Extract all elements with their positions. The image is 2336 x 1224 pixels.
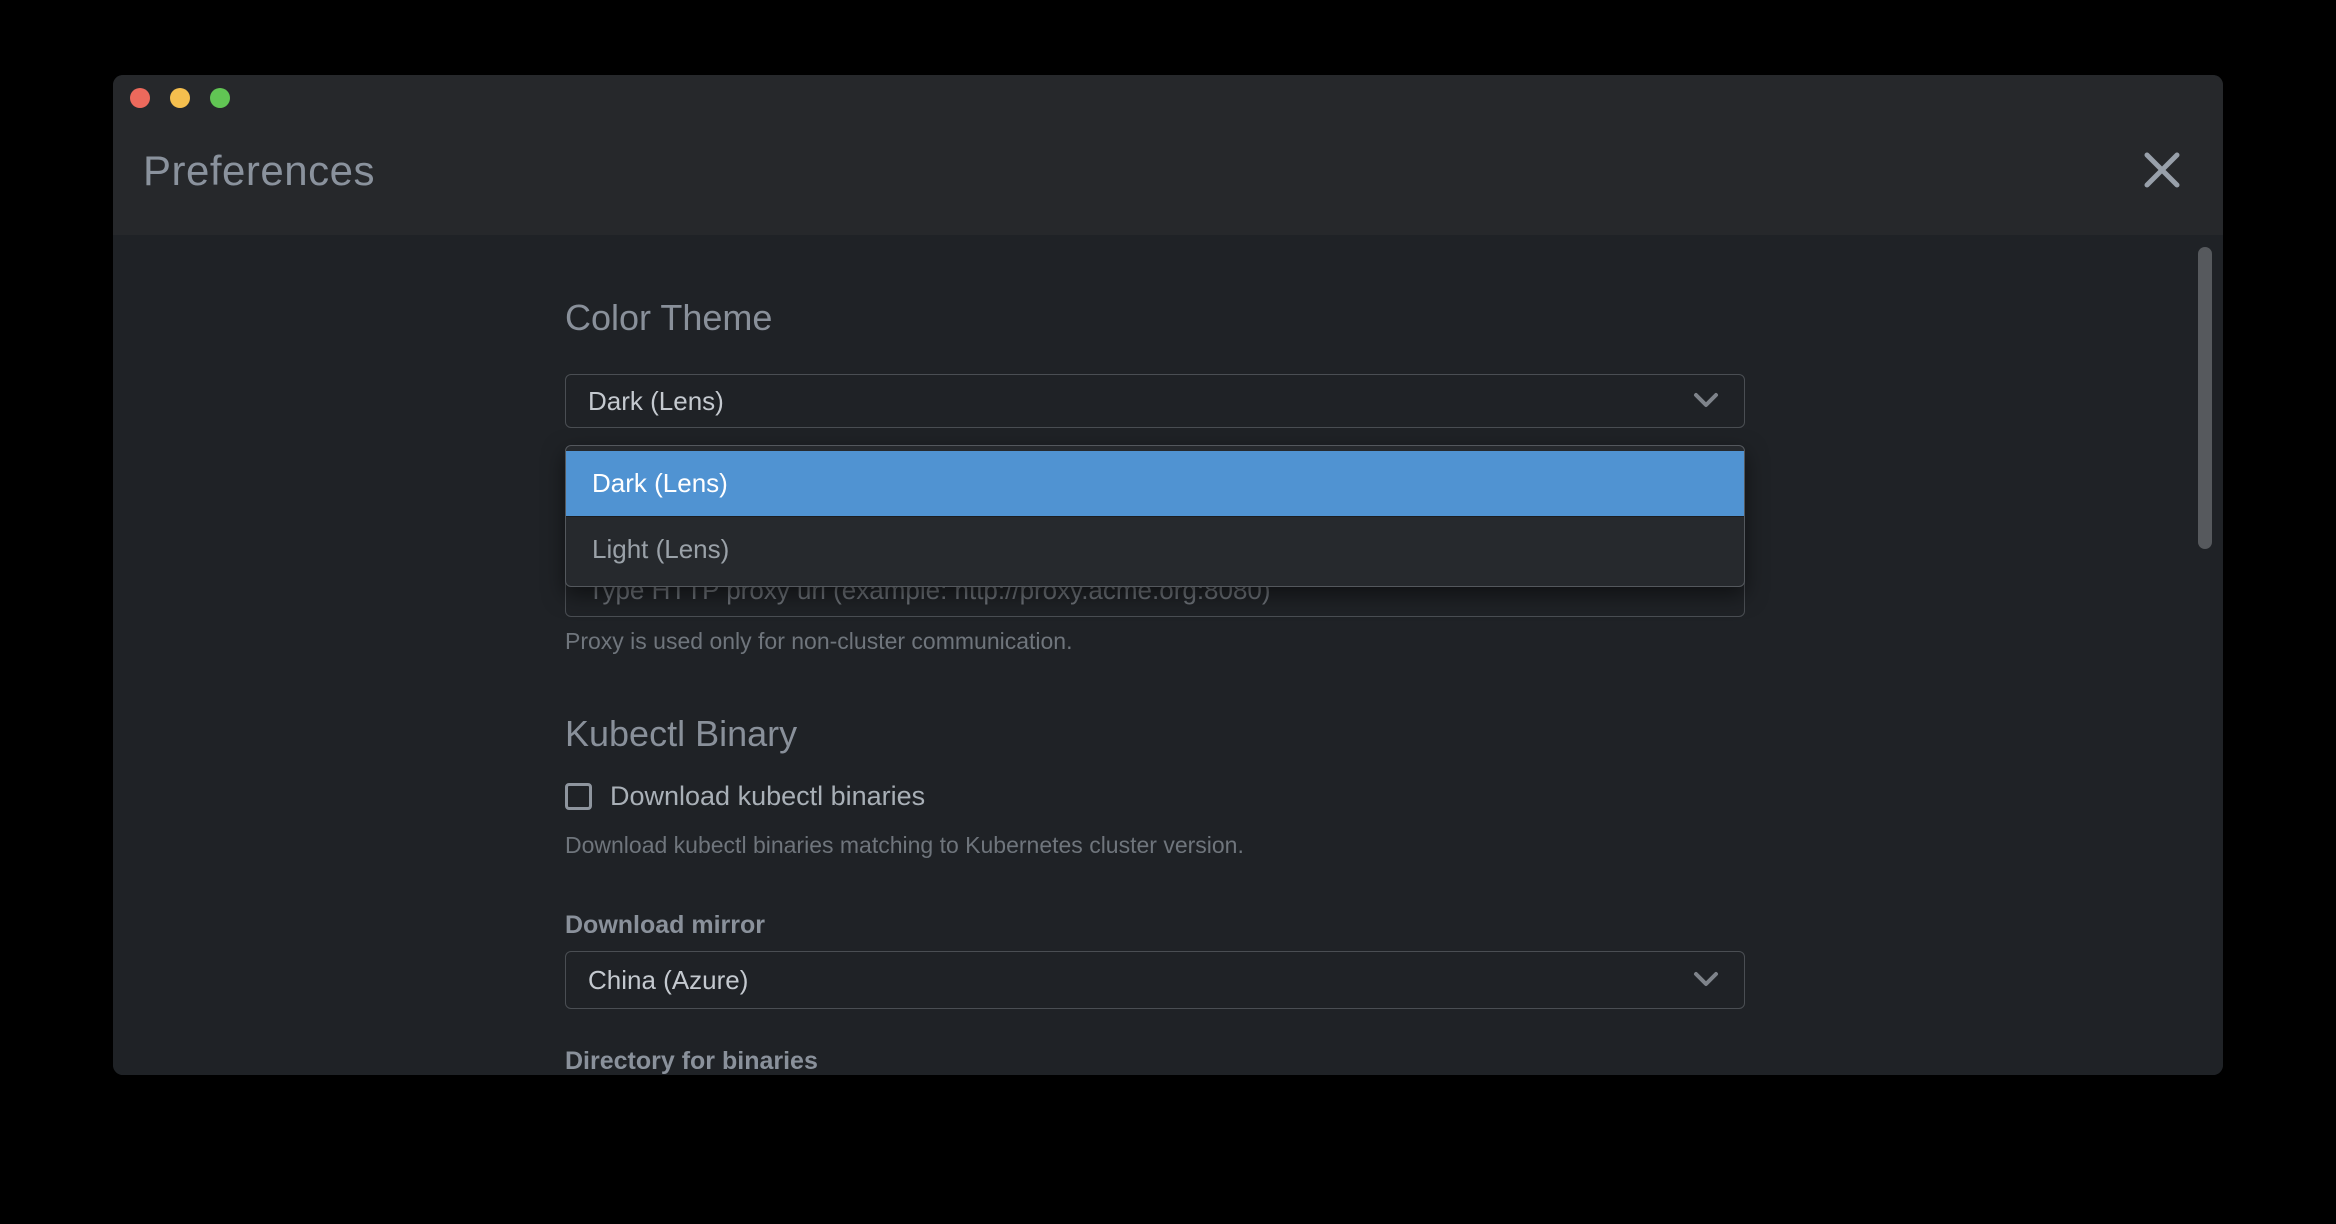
traffic-lights: [130, 88, 230, 108]
color-theme-dropdown: Dark (Lens) Light (Lens): [565, 445, 1745, 587]
color-theme-select-value: Dark (Lens): [588, 386, 1690, 417]
directory-for-binaries-label: Directory for binaries: [565, 1047, 1745, 1075]
scrollbar-thumb[interactable]: [2198, 247, 2212, 549]
kubectl-heading: Kubectl Binary: [565, 713, 1745, 755]
close-icon: [2141, 149, 2183, 191]
chevron-down-icon: [1690, 391, 1722, 411]
zoom-traffic-light-icon[interactable]: [210, 88, 230, 108]
download-mirror-select[interactable]: China (Azure): [565, 951, 1745, 1009]
download-kubectl-checkbox[interactable]: [565, 783, 592, 810]
color-theme-heading: Color Theme: [565, 297, 1745, 339]
dropdown-option-dark[interactable]: Dark (Lens): [566, 451, 1744, 516]
dropdown-option-light[interactable]: Light (Lens): [566, 516, 1744, 581]
close-button[interactable]: [2139, 147, 2185, 193]
download-kubectl-label: Download kubectl binaries: [610, 781, 925, 812]
preferences-window: Preferences Color Theme Dark (Lens) Dark…: [113, 75, 2223, 1075]
preferences-content: Color Theme Dark (Lens) Dark (Lens) Ligh…: [113, 235, 2223, 1075]
minimize-traffic-light-icon[interactable]: [170, 88, 190, 108]
titlebar: Preferences: [113, 75, 2223, 235]
chevron-down-icon: [1690, 970, 1722, 990]
close-traffic-light-icon[interactable]: [130, 88, 150, 108]
kubectl-hint: Download kubectl binaries matching to Ku…: [565, 832, 1745, 859]
page-title: Preferences: [143, 147, 375, 195]
download-kubectl-checkbox-row[interactable]: Download kubectl binaries: [565, 781, 1745, 812]
download-mirror-select-value: China (Azure): [588, 965, 1690, 996]
download-mirror-label: Download mirror: [565, 911, 1745, 940]
proxy-hint: Proxy is used only for non-cluster commu…: [565, 628, 1745, 655]
color-theme-select[interactable]: Dark (Lens): [565, 374, 1745, 428]
